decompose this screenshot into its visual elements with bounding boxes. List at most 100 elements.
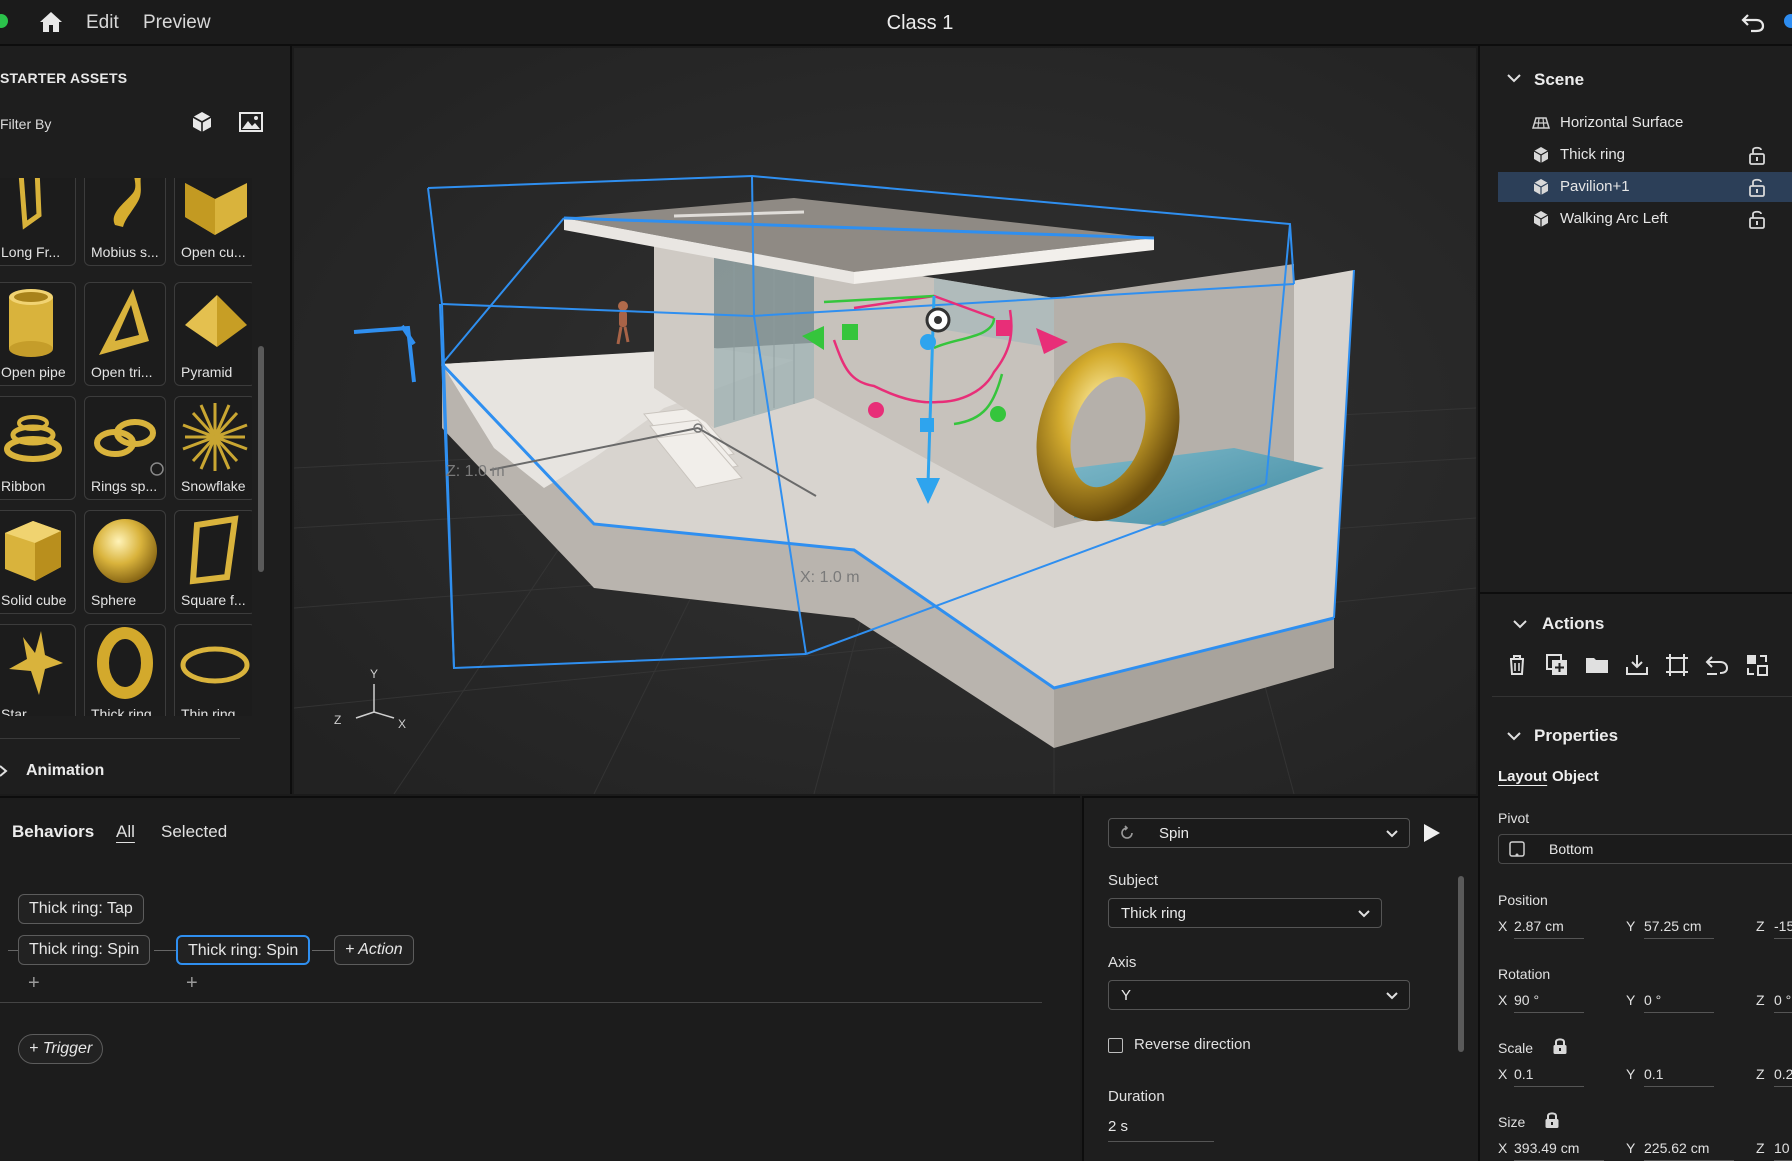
axis-y-label: Y xyxy=(1626,1066,1636,1082)
scene-item-pavilion[interactable]: Pavilion+1 xyxy=(1498,172,1792,202)
position-z-input[interactable]: -15 xyxy=(1774,918,1792,939)
chevron-down-icon xyxy=(1358,910,1370,918)
rotation-y-input[interactable]: 0 ° xyxy=(1644,992,1714,1013)
asset-tile-solid-cube[interactable]: Solid cube xyxy=(0,510,76,614)
asset-label: Thin ring xyxy=(181,706,236,716)
filter-image-icon[interactable] xyxy=(238,110,264,134)
assets-grid: Long Fr... Mobius s... Open cu... Open p… xyxy=(0,178,252,716)
scale-y-input[interactable]: 0.1 xyxy=(1644,1066,1714,1087)
z-measure-label: Z: 1.0 m xyxy=(446,463,505,480)
rotation-fields: X 90 ° Y 0 ° Z 0 ° xyxy=(1498,988,1792,1016)
rotation-x-input[interactable]: 90 ° xyxy=(1514,992,1584,1013)
asset-tile-square-frame[interactable]: Square f... xyxy=(174,510,252,614)
size-y-input[interactable]: 225.62 cm xyxy=(1644,1140,1734,1161)
asset-tile-snowflake[interactable]: Snowflake xyxy=(174,396,252,500)
lock-icon[interactable] xyxy=(1544,1111,1560,1129)
axis-select[interactable]: Y xyxy=(1108,980,1410,1010)
size-z-input[interactable]: 10 xyxy=(1774,1140,1792,1161)
asset-tile-open-cube[interactable]: Open cu... xyxy=(174,178,252,266)
reset-icon[interactable] xyxy=(1704,652,1730,678)
square-frame-icon xyxy=(189,515,239,585)
filter-3d-icon[interactable] xyxy=(190,110,214,134)
axis-z-label: Z xyxy=(1756,1066,1765,1082)
scene-heading[interactable]: Scene xyxy=(1534,70,1584,90)
pivot-select[interactable]: Bottom xyxy=(1498,834,1792,864)
download-icon[interactable] xyxy=(1624,652,1650,678)
scene-item-horizontal-surface[interactable]: Horizontal Surface xyxy=(1498,108,1792,138)
lock-open-icon[interactable] xyxy=(1748,177,1766,197)
action-chip-spin-1[interactable]: Thick ring: Spin xyxy=(18,935,151,965)
play-icon[interactable] xyxy=(1420,822,1442,844)
scene-item-walking-arc-left[interactable]: Walking Arc Left xyxy=(1498,204,1792,234)
scale-x-input[interactable]: 0.1 xyxy=(1514,1066,1584,1087)
replace-icon[interactable] xyxy=(1744,652,1770,678)
tab-object[interactable]: Object xyxy=(1552,768,1599,785)
properties-heading[interactable]: Properties xyxy=(1534,726,1618,746)
duration-input[interactable]: 2 s xyxy=(1108,1118,1214,1142)
asset-tile-mobius[interactable]: Mobius s... xyxy=(84,178,166,266)
action-properties-panel: Spin Subject Thick ring Axis Y Reverse d… xyxy=(1082,796,1478,1161)
position-x-input[interactable]: 2.87 cm xyxy=(1514,918,1584,939)
delete-icon[interactable] xyxy=(1504,652,1530,678)
add-trigger-button[interactable]: + Trigger xyxy=(18,1034,104,1064)
axis-z-label: Z xyxy=(1756,1140,1765,1156)
animation-section-toggle[interactable]: Animation xyxy=(26,762,104,780)
asset-tile-star[interactable]: Star xyxy=(0,624,76,716)
asset-tile-long-frame[interactable]: Long Fr... xyxy=(0,178,76,266)
mobius-strip-icon xyxy=(113,178,141,227)
add-sequence-plus[interactable]: + xyxy=(186,972,198,995)
lock-icon[interactable] xyxy=(1552,1037,1568,1055)
asset-tile-thin-ring[interactable]: Thin ring xyxy=(174,624,252,716)
folder-icon[interactable] xyxy=(1584,652,1610,678)
rotation-label: Rotation xyxy=(1498,966,1551,982)
tab-all[interactable]: All xyxy=(116,822,135,842)
asset-tile-rings-spiral[interactable]: Rings sp... xyxy=(84,396,166,500)
asset-tile-ribbon[interactable]: Ribbon xyxy=(0,396,76,500)
open-triangle-icon xyxy=(99,289,149,355)
add-action-button[interactable]: + Action xyxy=(334,935,414,965)
axis-z-label: Z xyxy=(1756,992,1765,1008)
scene-item-thick-ring[interactable]: Thick ring xyxy=(1498,140,1792,170)
scale-z-input[interactable]: 0.2 xyxy=(1774,1066,1792,1087)
chevron-down-icon xyxy=(1386,830,1398,838)
chevron-down-icon[interactable] xyxy=(1506,728,1522,744)
assets-scrollbar[interactable] xyxy=(258,346,264,572)
add-sequence-plus[interactable]: + xyxy=(28,972,40,995)
action-type-select[interactable]: Spin xyxy=(1108,818,1410,848)
duplicate-icon[interactable] xyxy=(1544,652,1570,678)
axis-y-label: Y xyxy=(1626,918,1636,934)
behaviors-panel: Behaviors All Selected Thick ring: Tap T… xyxy=(0,796,1080,1161)
asset-tile-open-pipe[interactable]: Open pipe xyxy=(0,282,76,386)
starter-assets-heading: STARTER ASSETS xyxy=(0,70,128,86)
action-type-value: Spin xyxy=(1159,825,1190,842)
action-panel-scrollbar[interactable] xyxy=(1458,876,1464,1052)
actions-heading[interactable]: Actions xyxy=(1542,614,1604,634)
asset-tile-sphere[interactable]: Sphere xyxy=(84,510,166,614)
tab-selected[interactable]: Selected xyxy=(161,822,227,842)
scene-canvas[interactable]: Z: 1.0 m X: 1.0 m Y X Z xyxy=(294,48,1476,794)
crop-frame-icon[interactable] xyxy=(1664,652,1690,678)
lock-open-icon[interactable] xyxy=(1748,145,1766,165)
pivot-bottom-icon xyxy=(1509,841,1525,857)
chevron-right-icon[interactable] xyxy=(0,764,10,778)
reverse-direction-checkbox[interactable] xyxy=(1108,1038,1123,1053)
rotation-z-input[interactable]: 0 ° xyxy=(1774,992,1792,1013)
tab-layout[interactable]: Layout xyxy=(1498,768,1547,785)
asset-tile-thick-ring[interactable]: Thick ring xyxy=(84,624,166,716)
chevron-down-icon[interactable] xyxy=(1512,616,1528,632)
ribbon-icon xyxy=(4,415,62,462)
size-x-input[interactable]: 393.49 cm xyxy=(1514,1140,1604,1161)
scale-fields: X 0.1 Y 0.1 Z 0.2 xyxy=(1498,1062,1792,1090)
undo-icon[interactable] xyxy=(1740,10,1766,34)
trigger-chip-tap[interactable]: Thick ring: Tap xyxy=(18,894,144,924)
subject-select[interactable]: Thick ring xyxy=(1108,898,1382,928)
scene-item-label: Walking Arc Left xyxy=(1560,210,1668,227)
lock-open-icon[interactable] xyxy=(1748,209,1766,229)
asset-tile-pyramid[interactable]: Pyramid xyxy=(174,282,252,386)
action-chip-spin-2[interactable]: Thick ring: Spin xyxy=(176,935,311,965)
position-y-input[interactable]: 57.25 cm xyxy=(1644,918,1714,939)
asset-tile-open-triangle[interactable]: Open tri... xyxy=(84,282,166,386)
inspector-panel: Scene Horizontal Surface Thick ring Pavi… xyxy=(1478,46,1792,1161)
3d-viewport[interactable]: Z: 1.0 m X: 1.0 m Y X Z xyxy=(294,48,1476,794)
chevron-down-icon[interactable] xyxy=(1506,70,1522,86)
